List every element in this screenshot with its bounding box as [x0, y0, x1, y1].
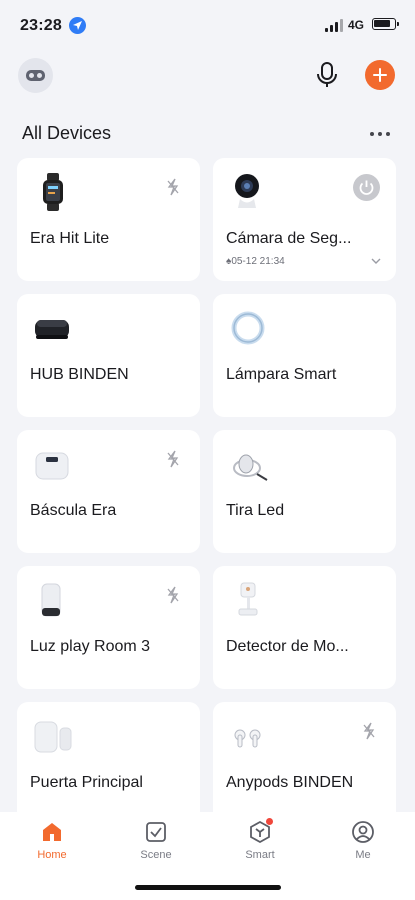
device-card-tira-led[interactable]: Tira Led [213, 430, 396, 553]
device-card-detector[interactable]: Detector de Mo... [213, 566, 396, 689]
led-strip-icon [229, 444, 269, 484]
device-card-puerta-principal[interactable]: Puerta Principal [17, 702, 200, 825]
device-name: Luz play Room 3 [30, 638, 151, 655]
tab-me[interactable]: Me [333, 820, 393, 870]
scale-icon [33, 444, 73, 484]
home-icon [43, 823, 61, 841]
battery-icon [372, 18, 399, 30]
add-device-button[interactable] [365, 60, 395, 90]
tab-scene[interactable]: Scene [126, 820, 186, 870]
offline-icon [166, 178, 180, 196]
device-name: Báscula Era [30, 502, 117, 519]
user-icon [352, 821, 374, 843]
tab-label: Me [355, 849, 371, 861]
device-name: Detector de Mo... [226, 638, 349, 655]
device-card-anypods-binden[interactable]: Anypods BINDEN [213, 702, 396, 825]
device-name: Tira Led [226, 502, 285, 519]
smartwatch-icon [33, 172, 73, 212]
device-card-bascula-era[interactable]: Báscula Era [17, 430, 200, 553]
ring-lamp-icon [229, 308, 269, 348]
device-name: Lámpara Smart [226, 366, 337, 383]
home-indicator[interactable] [135, 885, 281, 890]
more-dots-icon[interactable] [367, 125, 393, 141]
battery-fill [374, 20, 390, 27]
notification-badge [266, 818, 273, 825]
device-card-luz-play-room-3[interactable]: Luz play Room 3 [17, 566, 200, 689]
home-avatar-icon[interactable] [18, 58, 53, 93]
microphone-icon[interactable] [313, 60, 341, 90]
device-name: Era Hit Lite [30, 230, 110, 247]
camera-icon [229, 172, 269, 212]
section-title: All Devices [22, 123, 112, 143]
door-sensor-icon [33, 716, 73, 756]
device-card-lampara-smart[interactable]: Lámpara Smart [213, 294, 396, 417]
device-name: HUB BINDEN [30, 366, 129, 383]
tab-label: Scene [140, 849, 172, 861]
offline-icon [166, 586, 180, 604]
tab-label: Home [37, 849, 67, 861]
device-card-hub-binden[interactable]: HUB BINDEN [17, 294, 200, 417]
power-icon[interactable] [353, 174, 380, 201]
device-name: Puerta Principal [30, 774, 143, 791]
tab-smart[interactable]: Smart [230, 818, 290, 870]
offline-icon [166, 450, 180, 468]
earbuds-icon [229, 716, 269, 756]
tab-home[interactable]: Home [22, 820, 82, 870]
speaker-light-icon [33, 580, 73, 620]
location-icon [69, 17, 86, 34]
tab-label: Smart [245, 849, 275, 861]
motion-detector-icon [229, 580, 269, 620]
status-bar: 23:28 4G [0, 0, 415, 48]
network-type: 4G [348, 18, 365, 32]
scene-checkbox-icon [146, 822, 166, 842]
chevron-down-icon[interactable] [370, 254, 382, 266]
ir-hub-icon [33, 308, 73, 348]
signal-icon [325, 19, 343, 32]
device-card-era-hit-lite[interactable]: Era Hit Lite [17, 158, 200, 281]
event-timestamp: ♠05-12 21:34 [226, 256, 285, 267]
offline-icon [362, 722, 376, 740]
device-name: Cámara de Seg... [226, 230, 352, 247]
device-name: Anypods BINDEN [226, 774, 354, 791]
status-time: 23:28 [20, 17, 62, 34]
device-card-camara[interactable]: Cámara de Seg... ♠05-12 21:34 [213, 158, 396, 281]
